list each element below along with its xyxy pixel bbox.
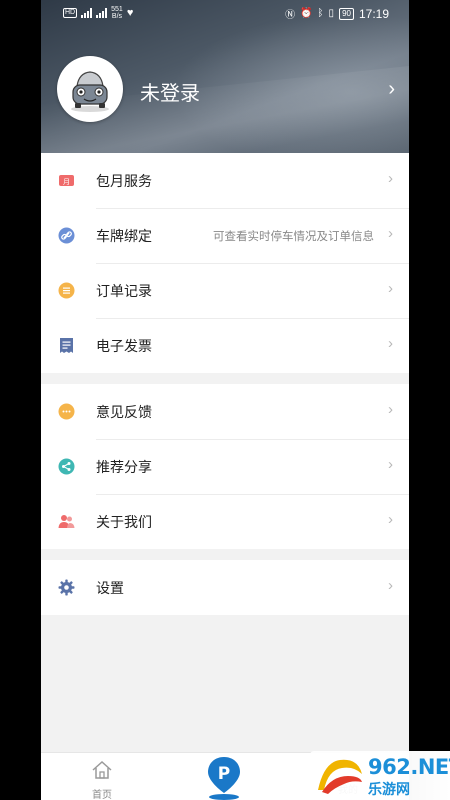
battery-icon: 90 (339, 7, 354, 20)
chat-bubble-icon (58, 403, 75, 420)
profile-header: HD 551 B/s ♥ Ⓝ ⏰ ᛒ ▯ 90 17:19 未登录 › (41, 0, 409, 153)
menu-item-feedback[interactable]: 意见反馈 › (41, 384, 409, 439)
chevron-right-icon: › (388, 225, 393, 242)
status-bar: HD 551 B/s ♥ Ⓝ ⏰ ᛒ ▯ 90 17:19 (41, 0, 409, 26)
parking-pin-icon: P (208, 757, 240, 800)
chevron-right-icon: › (388, 78, 395, 100)
watermark-subtext: 乐游网 (368, 781, 410, 797)
app-screen: HD 551 B/s ♥ Ⓝ ⏰ ᛒ ▯ 90 17:19 未登录 › 月 包月… (41, 0, 409, 800)
gear-icon (58, 579, 75, 596)
menu-item-about-us[interactable]: 关于我们 › (41, 494, 409, 549)
menu-item-label: 意见反馈 (96, 404, 152, 420)
list-icon (58, 282, 75, 299)
chevron-right-icon: › (388, 170, 393, 187)
tab-home-label: 首页 (92, 790, 112, 800)
profile-row[interactable]: 未登录 › (41, 52, 409, 128)
svg-text:P: P (218, 764, 230, 784)
chevron-right-icon: › (388, 577, 393, 594)
menu-item-label: 关于我们 (96, 514, 152, 530)
heart-icon: ♥ (126, 7, 134, 19)
receipt-icon (60, 338, 73, 353)
menu-item-monthly-service[interactable]: 月 包月服务 › (41, 153, 409, 208)
share-icon (58, 458, 75, 475)
svg-text:月: 月 (63, 178, 70, 186)
clock: 17:19 (358, 6, 389, 21)
menu-item-share[interactable]: 推荐分享 › (41, 439, 409, 494)
nfc-icon: Ⓝ (285, 10, 296, 21)
chevron-right-icon: › (388, 456, 393, 473)
menu-group-community: 意见反馈 › 推荐分享 › 关于我们 › (41, 384, 409, 549)
users-icon (58, 515, 75, 528)
menu-item-hint: 可查看实时停车情况及订单信息 (213, 231, 374, 243)
menu-item-label: 车牌绑定 (96, 228, 152, 244)
link-icon (58, 227, 75, 244)
menu-item-settings[interactable]: 设置 › (41, 560, 409, 615)
menu-item-label: 包月服务 (96, 173, 152, 189)
avatar[interactable] (57, 56, 123, 122)
calendar-ticket-icon: 月 (59, 175, 74, 186)
chevron-right-icon: › (388, 511, 393, 528)
vibrate-icon: ▯ (328, 8, 335, 19)
menu-group-services: 月 包月服务 › 车牌绑定 可查看实时停车情况及订单信息 › 订单记录 › 电子… (41, 153, 409, 373)
network-speed: 551 B/s (111, 6, 123, 20)
chevron-right-icon: › (388, 335, 393, 352)
menu-item-label: 电子发票 (96, 338, 152, 354)
menu-item-plate-binding[interactable]: 车牌绑定 可查看实时停车情况及订单信息 › (41, 208, 409, 263)
bluetooth-icon: ᛒ (317, 8, 324, 19)
chevron-right-icon: › (388, 280, 393, 297)
menu-item-label: 订单记录 (96, 283, 152, 299)
watermark-emblem-icon (318, 759, 362, 794)
signal-icon (81, 8, 93, 18)
home-icon (92, 760, 112, 779)
username-label: 未登录 (140, 83, 200, 105)
hd-icon: HD (63, 8, 78, 18)
alarm-icon: ⏰ (300, 8, 313, 19)
menu-group-settings: 设置 › (41, 560, 409, 615)
menu-item-label: 推荐分享 (96, 459, 152, 475)
menu-item-order-records[interactable]: 订单记录 › (41, 263, 409, 318)
menu-item-e-invoice[interactable]: 电子发票 › (41, 318, 409, 373)
watermark-logo: 962.NET 乐游网 (310, 751, 450, 800)
chevron-right-icon: › (388, 401, 393, 418)
watermark-text: 962.NET (368, 755, 450, 779)
tab-home[interactable]: 首页 (85, 759, 119, 800)
signal-icon-2 (96, 8, 108, 18)
menu-item-label: 设置 (96, 580, 124, 596)
tab-parking[interactable]: P (203, 755, 245, 800)
